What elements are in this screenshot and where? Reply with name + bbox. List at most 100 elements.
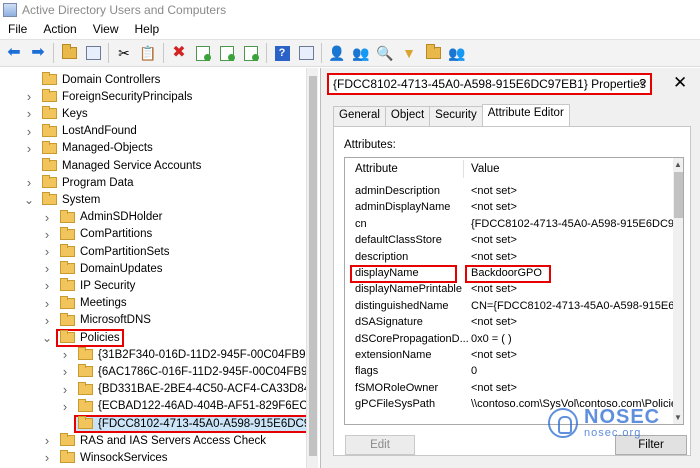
tree-item[interactable]: › WinsockServices <box>42 449 170 466</box>
tree-item[interactable]: › ForeignSecurityPrincipals <box>24 88 194 105</box>
tree-item[interactable]: › ComPartitionSets <box>42 243 171 260</box>
tree-item-content[interactable]: {31B2F340-016D-11D2-945F-00C04FB984F9} <box>76 347 317 362</box>
export-list-icon[interactable] <box>241 43 261 63</box>
tree-item-content[interactable]: {BD331BAE-2BE4-4C50-ACF4-CA33D84F7} <box>76 381 317 396</box>
scroll-down-icon[interactable]: ▼ <box>674 413 682 422</box>
tree-item[interactable]: › AdminSDHolder <box>42 209 164 226</box>
chevron-right-icon[interactable]: › <box>60 381 70 398</box>
attributes-scrollbar[interactable]: ▲ ▼ <box>673 158 683 424</box>
cut-icon[interactable]: ✂ <box>114 43 134 63</box>
chevron-right-icon[interactable]: › <box>42 432 52 449</box>
chevron-right-icon[interactable]: › <box>42 209 52 226</box>
menu-view[interactable]: View <box>85 22 127 36</box>
chevron-right-icon[interactable]: › <box>42 295 52 312</box>
tree-item-content[interactable]: Meetings <box>58 295 129 310</box>
tree-item-content[interactable]: Program Data <box>40 175 136 190</box>
attribute-row[interactable]: cn {FDCC8102-4713-45A0-A598-915E6DC97EB1} <box>345 217 673 233</box>
chevron-right-icon[interactable]: › <box>42 243 52 260</box>
tree-item-content[interactable]: LostAndFound <box>40 123 139 138</box>
tree-item[interactable]: ⌄ Policies <box>42 328 124 347</box>
chevron-right-icon[interactable]: › <box>60 398 70 415</box>
tree-item[interactable]: › {31B2F340-016D-11D2-945F-00C04FB984F9} <box>60 346 317 363</box>
folder-up-icon[interactable] <box>59 43 79 63</box>
tree-item[interactable]: Domain Controllers <box>24 71 162 88</box>
attribute-row[interactable]: fSMORoleOwner <not set> <box>345 381 673 397</box>
chevron-right-icon[interactable]: › <box>24 88 34 105</box>
tree-scrollbar-thumb[interactable] <box>309 76 317 456</box>
delete-icon[interactable]: ✖ <box>169 43 189 63</box>
edit-button[interactable]: Edit <box>345 435 415 455</box>
tree-item-content[interactable]: Policies <box>56 328 124 347</box>
attributes-list[interactable]: Attribute Value adminDescription <not set… <box>344 157 684 425</box>
tree-item-content[interactable]: {FDCC8102-4713-45A0-A598-915E6DC97 <box>74 414 317 433</box>
attribute-row[interactable]: displayNamePrintable <not set> <box>345 282 673 298</box>
tab-security[interactable]: Security <box>429 106 483 126</box>
column-divider[interactable] <box>463 160 464 178</box>
help-question-icon[interactable]: ? <box>639 76 646 91</box>
tree-item-content[interactable]: WinsockServices <box>58 450 170 465</box>
chevron-right-icon[interactable]: › <box>24 140 34 157</box>
tree-item[interactable]: Managed Service Accounts <box>24 157 203 174</box>
attribute-row[interactable]: dSASignature <not set> <box>345 315 673 331</box>
attribute-row[interactable]: extensionName <not set> <box>345 348 673 364</box>
users-icon[interactable]: 👤 <box>327 43 347 63</box>
tree-item[interactable]: ⌄ System <box>24 191 102 208</box>
tree-item-content[interactable]: DomainUpdates <box>58 261 164 276</box>
tree-item[interactable]: › Program Data <box>24 174 136 191</box>
attribute-row[interactable]: adminDisplayName <not set> <box>345 200 673 216</box>
tree-item-content[interactable]: AdminSDHolder <box>58 209 164 224</box>
tree-item-content[interactable]: {ECBAD122-46AD-404B-AF51-829F6ECD7} <box>76 398 317 413</box>
tree-scrollbar[interactable] <box>306 68 318 468</box>
menu-help[interactable]: Help <box>127 22 168 36</box>
console-tree-icon[interactable] <box>296 43 316 63</box>
groups-icon[interactable]: 👥 <box>351 43 371 63</box>
tree-item[interactable]: › DomainUpdates <box>42 260 164 277</box>
tree-item-content[interactable]: ComPartitions <box>58 226 154 241</box>
tree-item[interactable]: › {ECBAD122-46AD-404B-AF51-829F6ECD7} <box>60 398 317 415</box>
tree-item[interactable]: › Meetings <box>42 295 129 312</box>
tree-item-content[interactable]: {6AC1786C-016F-11D2-945F-00C04FB984F9} <box>76 364 317 379</box>
chevron-right-icon[interactable]: › <box>42 449 52 466</box>
tree-item-content[interactable]: Managed Service Accounts <box>40 158 203 173</box>
help-icon[interactable]: ? <box>272 43 292 63</box>
chevron-down-icon[interactable]: ⌄ <box>24 191 34 208</box>
attribute-row[interactable]: defaultClassStore <not set> <box>345 233 673 249</box>
scroll-up-icon[interactable]: ▲ <box>674 160 682 169</box>
tree-item[interactable]: › MicrosoftDNS <box>42 312 153 329</box>
tree-item-content[interactable]: System <box>40 192 102 207</box>
filter-icon[interactable]: ▼ <box>399 43 419 63</box>
menu-file[interactable]: File <box>0 22 35 36</box>
tree-item-content[interactable]: MicrosoftDNS <box>58 312 153 327</box>
attribute-row[interactable]: dSCorePropagationD... 0x0 = ( ) <box>345 332 673 348</box>
tree-item[interactable]: › IP Security <box>42 277 137 294</box>
attribute-row[interactable]: displayName BackdoorGPO <box>345 265 673 283</box>
chevron-right-icon[interactable]: › <box>24 174 34 191</box>
back-arrow-icon[interactable]: ⬅ <box>4 43 24 63</box>
tree-item-content[interactable]: Domain Controllers <box>40 72 162 87</box>
menu-action[interactable]: Action <box>35 22 84 36</box>
console-tree[interactable]: Domain Controllers › ForeignSecurityPrinci… <box>0 68 317 468</box>
ou-icon[interactable] <box>423 43 443 63</box>
tab-general[interactable]: General <box>333 106 386 126</box>
copy-icon[interactable]: 📋 <box>138 43 158 63</box>
chevron-right-icon[interactable]: › <box>42 312 52 329</box>
tree-item-content[interactable]: Managed-Objects <box>40 140 155 155</box>
tree-item[interactable]: › Managed-Objects <box>24 140 155 157</box>
chevron-right-icon[interactable]: › <box>42 277 52 294</box>
tab-object[interactable]: Object <box>384 106 431 126</box>
tree-item[interactable]: › ComPartitions <box>42 226 154 243</box>
tree-item-content[interactable]: RAS and IAS Servers Access Check <box>58 433 268 448</box>
tree-item-content[interactable]: ComPartitionSets <box>58 244 171 259</box>
show-hide-tree-icon[interactable] <box>83 43 103 63</box>
attribute-row[interactable]: adminDescription <not set> <box>345 184 673 200</box>
chevron-right-icon[interactable]: › <box>24 123 34 140</box>
chevron-right-icon[interactable]: › <box>42 226 52 243</box>
tree-item-content[interactable]: IP Security <box>58 278 137 293</box>
attribute-row[interactable]: distinguishedName CN={FDCC8102-4713-45A0-… <box>345 299 673 315</box>
find-objects-icon[interactable]: 🔍 <box>375 43 395 63</box>
chevron-right-icon[interactable]: › <box>42 260 52 277</box>
tree-item[interactable]: › {6AC1786C-016F-11D2-945F-00C04FB984F9} <box>60 363 317 380</box>
properties-icon[interactable] <box>193 43 213 63</box>
tree-item-content[interactable]: Keys <box>40 106 90 121</box>
tree-item[interactable]: › RAS and IAS Servers Access Check <box>42 432 268 449</box>
